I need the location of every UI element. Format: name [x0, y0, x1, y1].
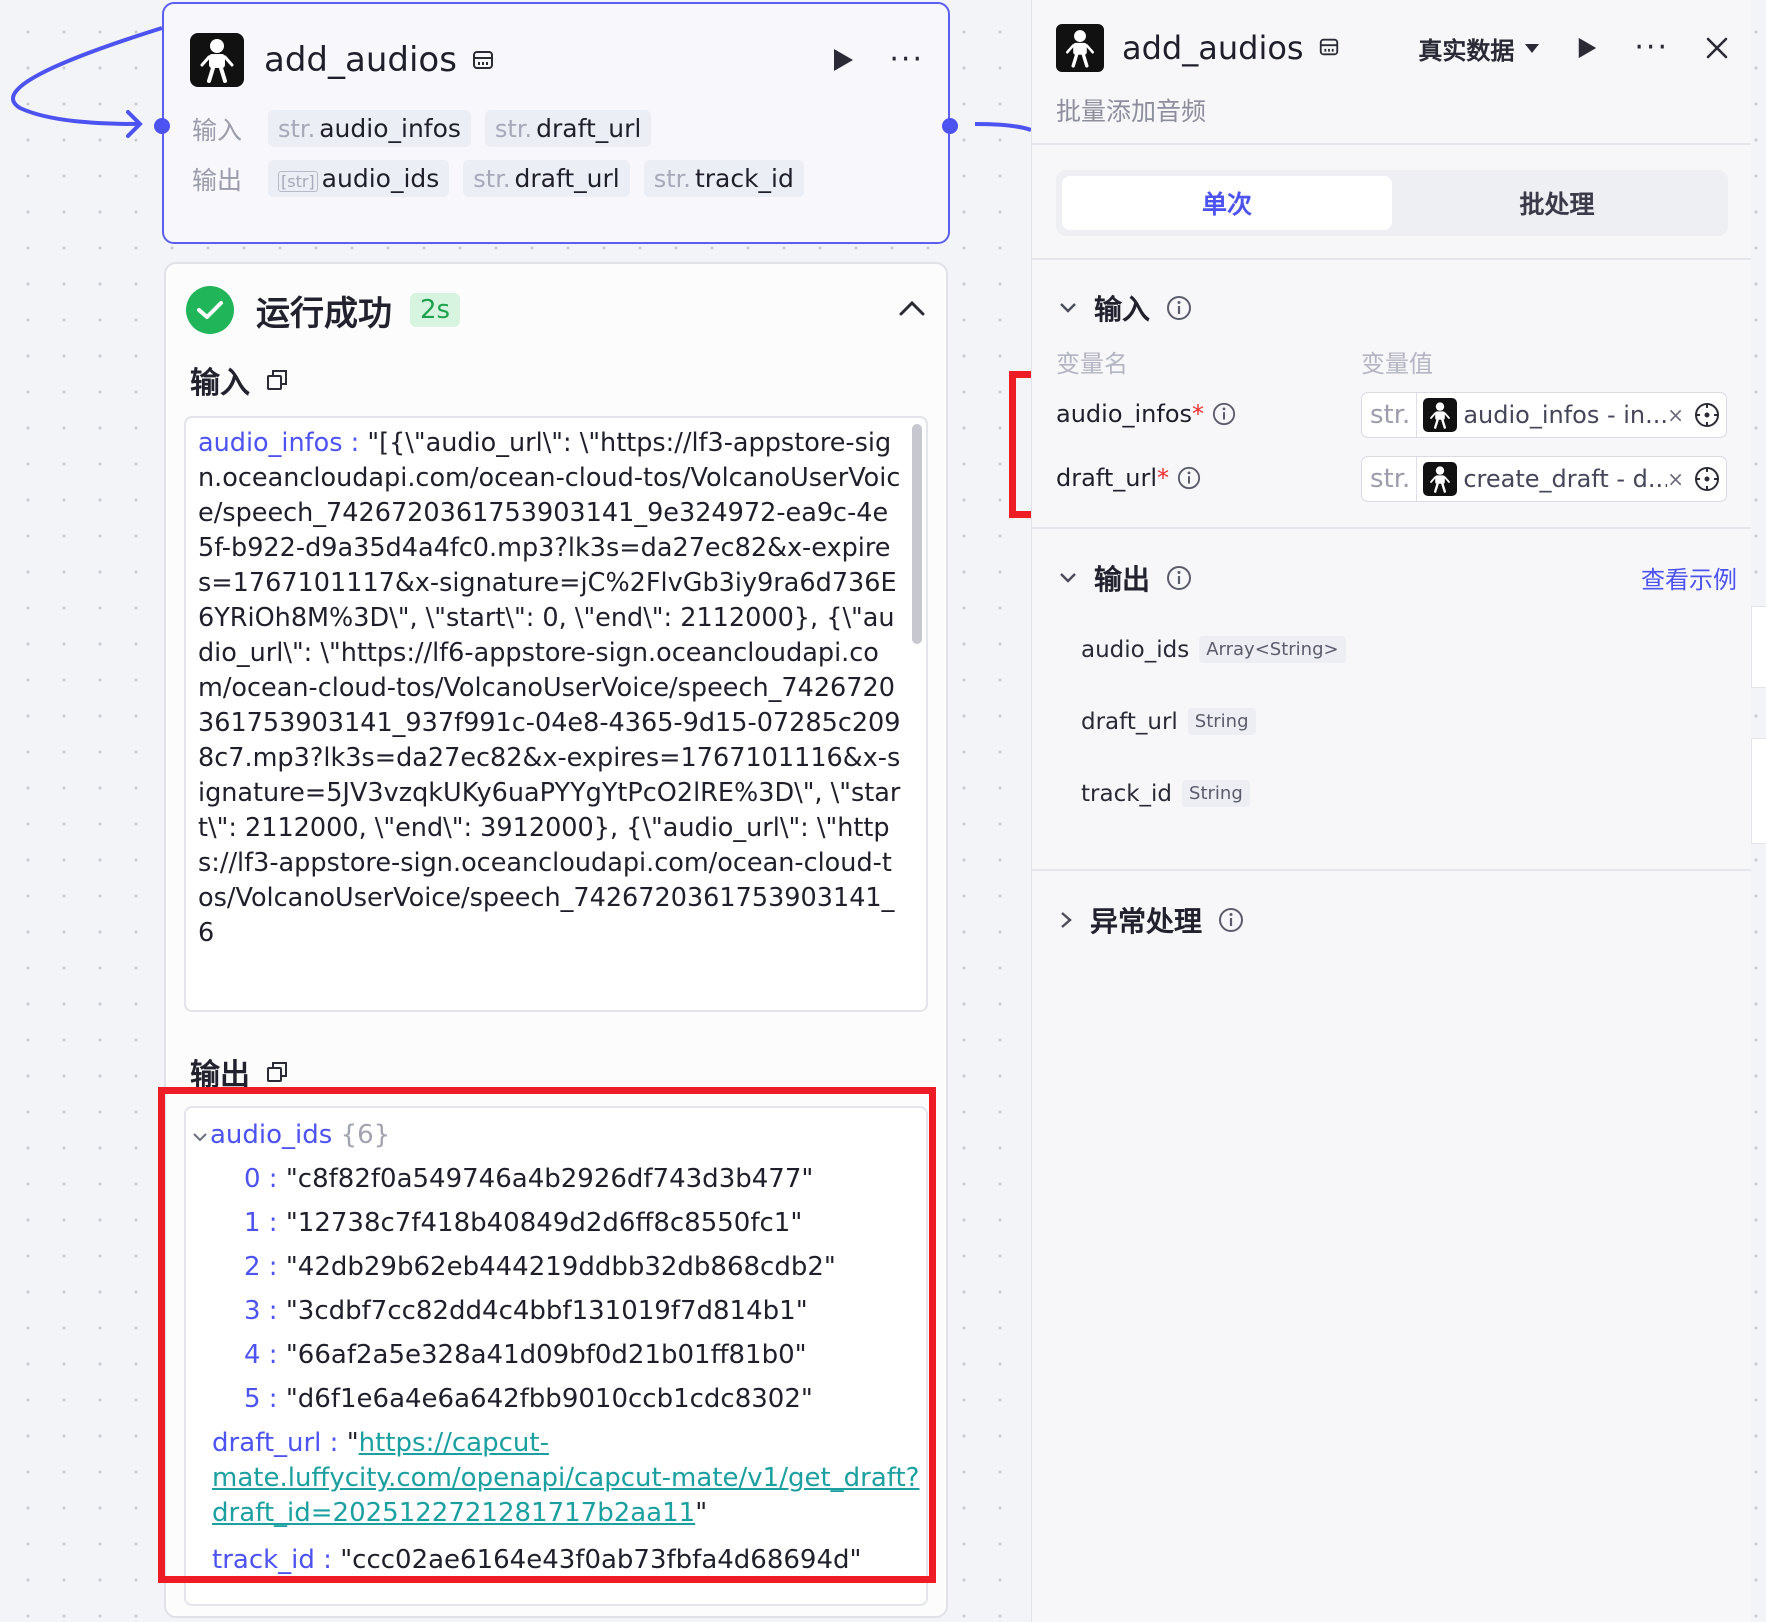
- col-var-name: 变量名: [1056, 350, 1128, 378]
- plugin-avatar-icon: [1423, 462, 1458, 496]
- tab-single[interactable]: 单次: [1062, 176, 1392, 230]
- plugin-avatar-icon: [1423, 398, 1458, 432]
- draft-url-link-cont[interactable]: mate.luffycity.com/openapi/capcut-mate/v…: [212, 1463, 919, 1493]
- result-header: 运行成功 2s: [186, 282, 926, 338]
- info-icon[interactable]: [1218, 907, 1244, 933]
- draft-url-link[interactable]: https://capcut-: [359, 1428, 549, 1458]
- info-icon[interactable]: [1166, 565, 1192, 591]
- draft-url-row-cont: mate.luffycity.com/openapi/capcut-mate/v…: [212, 1461, 919, 1495]
- exception-section-header[interactable]: 异常处理: [1058, 900, 1244, 940]
- draft-url-row-end: draft_id=2025122721281717b2aa11": [212, 1498, 708, 1528]
- output-var-draft-url: draft_url String: [1081, 708, 1256, 735]
- copy-output-icon[interactable]: [266, 1061, 288, 1083]
- run-node-button[interactable]: [831, 47, 855, 73]
- divider: [1032, 143, 1751, 145]
- offscreen-panel-edge: [1751, 606, 1766, 688]
- variable-picker-icon[interactable]: [1694, 402, 1720, 428]
- duration-badge: 2s: [410, 293, 461, 327]
- clear-ref-icon[interactable]: ×: [1667, 403, 1684, 427]
- node-config-panel: add_audios 真实数据 ··· 批量添加音频 单次 批处理 输入 变量名…: [1031, 0, 1751, 1622]
- result-output-label: 输出: [190, 1050, 288, 1094]
- input-pill-audio-infos: str. audio_infos: [268, 110, 471, 147]
- input-json-viewer[interactable]: audio_infos : "[{\"audio_url\": \"https:…: [184, 416, 928, 1012]
- draft-url-link-end[interactable]: draft_id=2025122721281717b2aa11: [212, 1498, 695, 1528]
- output-pill-track-id: str. track_id: [643, 160, 804, 197]
- side-subtitle: 批量添加音频: [1056, 97, 1207, 126]
- var-name-draft-url: draft_url*: [1056, 464, 1201, 492]
- outputs-label: 输出: [192, 165, 243, 195]
- store-icon: [471, 48, 495, 72]
- input-scrollbar[interactable]: [912, 424, 922, 644]
- node-title: add_audios: [264, 40, 457, 80]
- output-pill-draft-url: str. draft_url: [463, 160, 630, 197]
- plugin-avatar-icon: [1056, 24, 1104, 72]
- chevron-down-icon: [1060, 303, 1076, 313]
- info-icon[interactable]: [1177, 466, 1201, 490]
- info-icon[interactable]: [1212, 402, 1236, 426]
- workflow-node-card[interactable]: add_audios ··· 输入 str. audio_infos str. dr…: [154, 2, 958, 244]
- store-icon: [1318, 36, 1342, 60]
- divider: [1032, 258, 1751, 260]
- input-section-header[interactable]: 输入: [1058, 288, 1192, 328]
- divider: [1032, 869, 1751, 871]
- view-example-link[interactable]: 查看示例: [1641, 560, 1737, 595]
- output-json-viewer[interactable]: audio_ids {6} 0 : "c8f82f0a549746a4b2926…: [184, 1106, 928, 1606]
- col-var-value: 变量值: [1361, 350, 1433, 378]
- var-value-draft-url[interactable]: str. create_draft - d... ×: [1361, 456, 1727, 502]
- chevron-down-icon: [1060, 573, 1076, 583]
- input-pill-draft-url: str. draft_url: [484, 110, 652, 147]
- caret-down-icon: [1525, 44, 1540, 53]
- inputs-label: 输入: [192, 115, 243, 145]
- output-var-track-id: track_id String: [1081, 780, 1250, 807]
- tab-batch[interactable]: 批处理: [1392, 176, 1722, 230]
- audio-id-row: 1 : "12738c7f418b40849d2d6ff8c8550fc1": [244, 1208, 803, 1238]
- input-json-text: audio_infos : "[{\"audio_url\": \"https:…: [198, 428, 901, 948]
- side-header: add_audios 真实数据 ···: [1056, 20, 1729, 76]
- more-options-icon[interactable]: ···: [889, 45, 924, 75]
- copy-input-icon[interactable]: [266, 369, 288, 391]
- divider: [1032, 527, 1751, 529]
- audio-id-row: 5 : "d6f1e6a4e6a642fbb9010ccb1cdc8302": [244, 1384, 813, 1414]
- info-icon[interactable]: [1166, 295, 1192, 321]
- run-result-panel: 运行成功 2s 输入 audio_infos : "[{\"audio_url\…: [164, 262, 948, 1618]
- audio-ids-tree-node[interactable]: audio_ids {6}: [192, 1118, 390, 1152]
- side-title: add_audios: [1122, 29, 1304, 67]
- run-status-text: 运行成功: [256, 293, 392, 334]
- variable-picker-icon[interactable]: [1694, 466, 1720, 492]
- node-header: add_audios ···: [190, 30, 924, 90]
- track-id-row: track_id : "ccc02ae6164e43f0ab73fbfa4d68…: [212, 1545, 862, 1575]
- run-mode-tabs: 单次 批处理: [1056, 170, 1728, 236]
- node-outputs-row: 输出 [str] audio_ids str. draft_url str. trac…: [192, 160, 804, 197]
- close-icon[interactable]: [1705, 36, 1729, 60]
- node-inputs-row: 输入 str. audio_infos str. draft_url: [192, 110, 652, 147]
- input-port[interactable]: [154, 118, 170, 134]
- audio-id-row: 4 : "66af2a5e328a41d09bf0d21b01ff81b0": [244, 1340, 807, 1370]
- data-mode-dropdown[interactable]: 真实数据: [1418, 31, 1540, 66]
- output-port[interactable]: [942, 118, 958, 134]
- audio-id-row: 0 : "c8f82f0a549746a4b2926df743d3b477": [244, 1164, 814, 1194]
- chevron-right-icon: [1061, 912, 1072, 928]
- output-var-audio-ids: audio_ids Array<String>: [1081, 636, 1346, 663]
- output-pill-audio-ids: [str] audio_ids: [268, 160, 450, 197]
- audio-id-row: 3 : "3cdbf7cc82dd4c4bbf131019f7d814b1": [244, 1296, 808, 1326]
- draft-url-row: draft_url : "https://capcut-: [212, 1428, 549, 1458]
- chevron-down-icon: [193, 1133, 207, 1142]
- plugin-avatar-icon: [190, 33, 244, 87]
- audio-id-row: 2 : "42db29b62eb444219ddbb32db868cdb2": [244, 1252, 836, 1282]
- offscreen-panel-edge: [1751, 738, 1766, 844]
- var-name-audio-infos: audio_infos*: [1056, 400, 1236, 428]
- var-value-audio-infos[interactable]: str. audio_infos - in... ×: [1361, 392, 1727, 438]
- clear-ref-icon[interactable]: ×: [1667, 467, 1684, 491]
- more-options-icon[interactable]: ···: [1634, 33, 1669, 63]
- run-button[interactable]: [1576, 36, 1598, 60]
- result-input-label: 输入: [190, 358, 288, 402]
- collapse-chevron-up-icon[interactable]: [898, 299, 926, 321]
- success-check-icon: [186, 286, 234, 334]
- output-section-header[interactable]: 输出: [1058, 558, 1192, 598]
